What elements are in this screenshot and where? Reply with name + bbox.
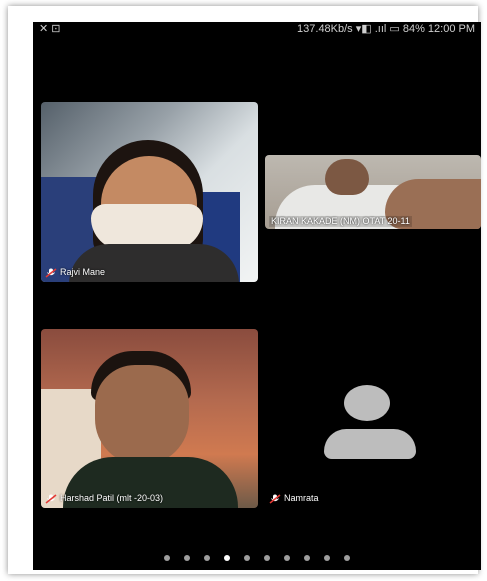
avatar-body bbox=[324, 429, 416, 459]
participant-name: Namrata bbox=[284, 493, 319, 503]
page-dot[interactable] bbox=[344, 555, 350, 561]
status-right-info: 137.48Kb/s ▾◧ .ııl ▭ 84% 12:00 PM bbox=[297, 23, 475, 35]
mic-off-icon bbox=[45, 267, 57, 278]
mic-off-icon bbox=[269, 493, 281, 504]
status-left-icons: ✕ ⊡ bbox=[39, 23, 61, 35]
status-bar: ✕ ⊡ 137.48Kb/s ▾◧ .ııl ▭ 84% 12:00 PM bbox=[33, 22, 481, 36]
participant-label: KIRAN KAKADE (NM) OTAT 20-11 bbox=[269, 216, 412, 227]
page-indicator[interactable] bbox=[33, 555, 481, 563]
page-dot[interactable] bbox=[284, 555, 290, 561]
page-dot[interactable] bbox=[184, 555, 190, 561]
video-subject bbox=[95, 365, 189, 465]
meeting-screen: ✕ ⊡ 137.48Kb/s ▾◧ .ııl ▭ 84% 12:00 PM Ra… bbox=[33, 22, 481, 570]
page-dot[interactable] bbox=[324, 555, 330, 561]
video-subject bbox=[325, 159, 369, 195]
page-dot[interactable] bbox=[164, 555, 170, 561]
screenshot-frame: ✕ ⊡ 137.48Kb/s ▾◧ .ııl ▭ 84% 12:00 PM Ra… bbox=[8, 6, 481, 574]
avatar-head bbox=[344, 385, 390, 421]
page-dot[interactable] bbox=[204, 555, 210, 561]
participant-tile-rajvi[interactable]: Rajvi Mane bbox=[41, 102, 258, 282]
page-dot[interactable] bbox=[244, 555, 250, 561]
participant-tile-kiran[interactable]: KIRAN KAKADE (NM) OTAT 20-11 bbox=[265, 155, 481, 229]
participant-name: Harshad Patil (mlt -20-03) bbox=[60, 493, 164, 503]
page-dot[interactable] bbox=[224, 555, 230, 561]
participant-label: Namrata bbox=[269, 493, 319, 504]
page-dot[interactable] bbox=[304, 555, 310, 561]
participant-name: KIRAN KAKADE (NM) OTAT 20-11 bbox=[271, 216, 410, 226]
participant-tile-namrata[interactable]: Namrata bbox=[265, 329, 481, 508]
page-dot[interactable] bbox=[264, 555, 270, 561]
participant-label: Harshad Patil (mlt -20-03) bbox=[45, 493, 163, 504]
participant-tile-harshad[interactable]: Harshad Patil (mlt -20-03) bbox=[41, 329, 258, 508]
mic-off-icon bbox=[45, 493, 57, 504]
participant-label: Rajvi Mane bbox=[45, 267, 105, 278]
participant-name: Rajvi Mane bbox=[60, 267, 106, 277]
